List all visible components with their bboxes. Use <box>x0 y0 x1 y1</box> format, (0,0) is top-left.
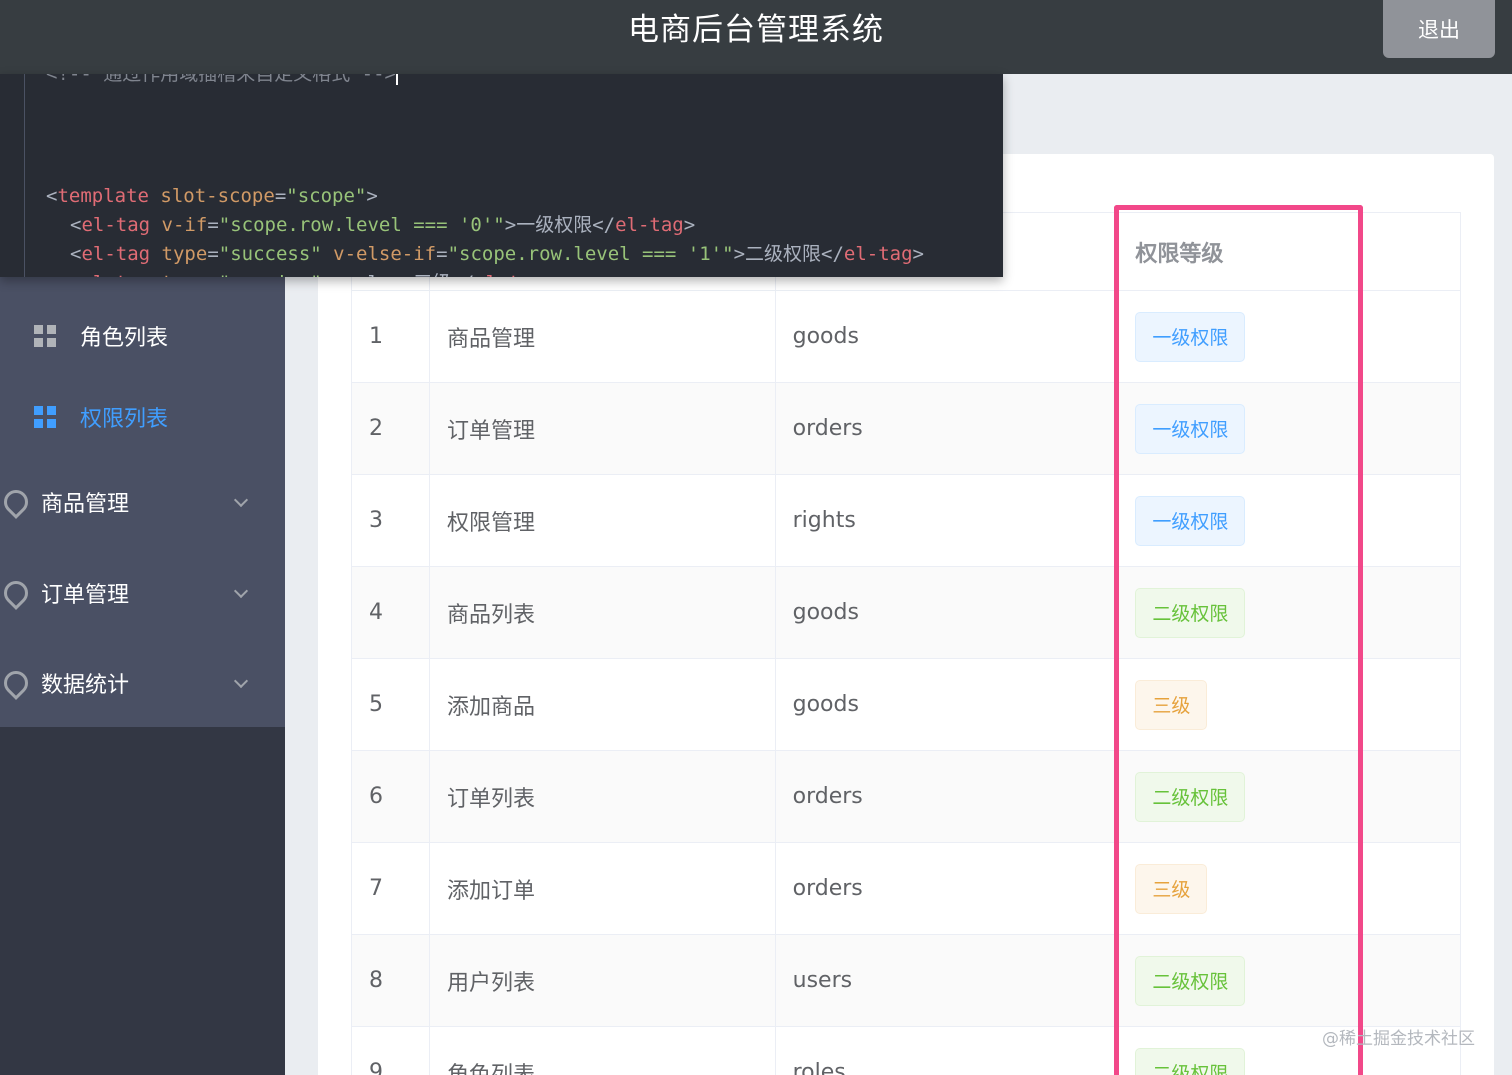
cell-name: 商品列表 <box>430 567 776 658</box>
cell-name: 订单列表 <box>430 751 776 842</box>
cell-path: orders <box>776 751 1116 842</box>
code-line-4: <el-tag type="warning" v-else>三级</el-tag… <box>70 269 554 277</box>
cell-index: 5 <box>352 659 430 750</box>
cell-path: goods <box>776 567 1116 658</box>
sidebar-item-reports[interactable]: 数据统计 <box>0 663 285 703</box>
cell-index: 6 <box>352 751 430 842</box>
cell-path: goods <box>776 291 1116 382</box>
cell-name: 添加订单 <box>430 843 776 934</box>
code-gutter <box>24 74 25 277</box>
cell-index: 2 <box>352 383 430 474</box>
cell-name: 订单管理 <box>430 383 776 474</box>
grid-icon <box>34 325 56 347</box>
cell-index: 4 <box>352 567 430 658</box>
sidebar-item-roles[interactable]: 角色列表 <box>0 316 285 356</box>
cell-index: 8 <box>352 935 430 1026</box>
sidebar-item-label: 订单管理 <box>41 583 130 608</box>
chevron-down-icon <box>233 583 249 599</box>
location-icon <box>3 490 23 514</box>
text-cursor <box>395 74 398 85</box>
cell-name: 商品管理 <box>430 291 776 382</box>
code-line-3: <el-tag type="success" v-else-if="scope.… <box>70 243 924 265</box>
logout-button[interactable]: 退出 <box>1383 0 1495 58</box>
code-line-1: <template slot-scope="scope"> <box>46 185 378 207</box>
cell-name: 用户列表 <box>430 935 776 1026</box>
location-icon <box>3 581 23 605</box>
code-overlay: <!-- 通过作用域插槽来自定义格式 --> <template slot-sc… <box>0 74 1003 277</box>
cell-name: 权限管理 <box>430 475 776 566</box>
cell-path: goods <box>776 659 1116 750</box>
sidebar-item-rights[interactable]: 权限列表 <box>0 397 285 437</box>
location-icon <box>3 671 23 695</box>
cell-path: orders <box>776 383 1116 474</box>
sidebar-item-label: 权限列表 <box>80 407 169 432</box>
chevron-down-icon <box>233 673 249 689</box>
cell-path: orders <box>776 843 1116 934</box>
watermark: @稀土掘金技术社区 <box>1322 1029 1475 1049</box>
sidebar-item-label: 角色列表 <box>80 326 169 351</box>
sidebar-item-orders[interactable]: 订单管理 <box>0 573 285 613</box>
highlight-box <box>1114 205 1363 1075</box>
cell-path: rights <box>776 475 1116 566</box>
sidebar-item-label: 数据统计 <box>41 673 130 698</box>
app-title: 电商后台管理系统 <box>628 12 884 48</box>
cell-index: 7 <box>352 843 430 934</box>
code-line-0: <!-- 通过作用域插槽来自定义格式 --> <box>46 74 398 89</box>
chevron-down-icon <box>233 492 249 508</box>
cell-index: 9 <box>352 1027 430 1075</box>
sidebar-item-label: 商品管理 <box>41 492 130 517</box>
code-line-2: <el-tag v-if="scope.row.level === '0'">一… <box>70 214 696 236</box>
cell-path: roles <box>776 1027 1116 1075</box>
cell-index: 3 <box>352 475 430 566</box>
grid-icon <box>34 406 56 428</box>
cell-name: 角色列表 <box>430 1027 776 1075</box>
cell-name: 添加商品 <box>430 659 776 750</box>
sidebar-item-goods[interactable]: 商品管理 <box>0 482 285 522</box>
app-header: 电商后台管理系统 退出 <box>0 0 1512 74</box>
cell-index: 1 <box>352 291 430 382</box>
cell-path: users <box>776 935 1116 1026</box>
